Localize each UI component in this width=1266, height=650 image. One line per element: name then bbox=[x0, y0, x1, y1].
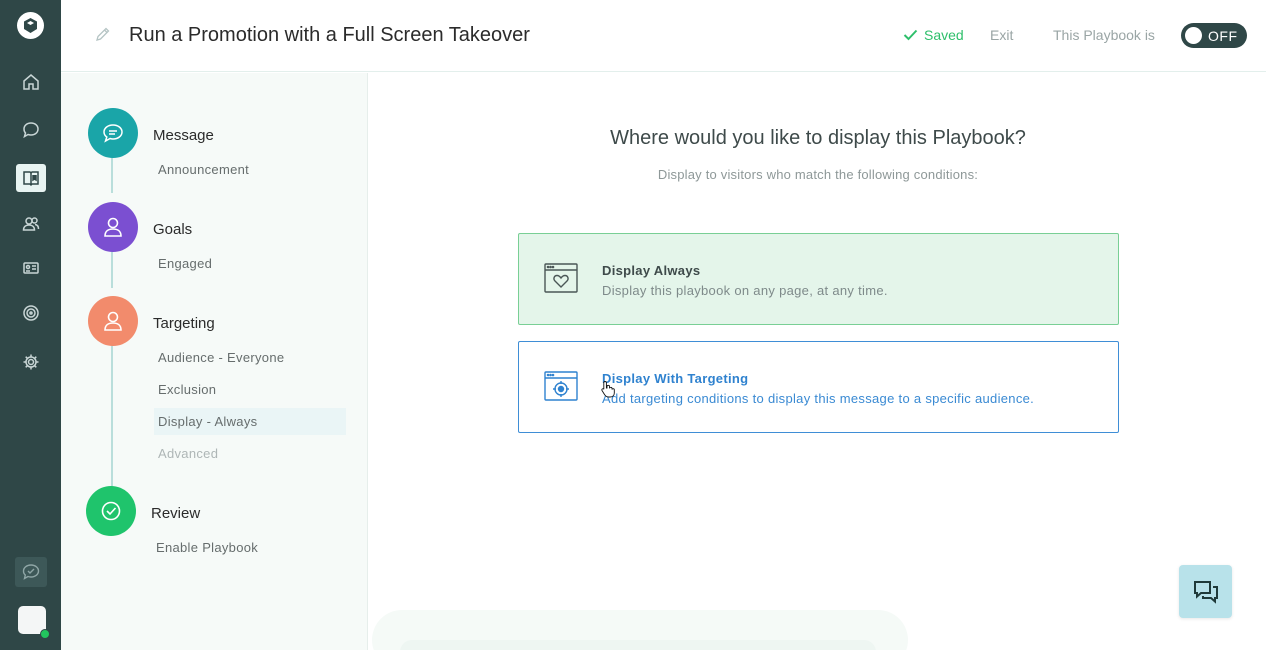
checkmark-icon bbox=[903, 29, 918, 41]
home-icon[interactable] bbox=[0, 62, 61, 102]
step-message-announcement[interactable]: Announcement bbox=[158, 162, 249, 177]
option-title: Display Always bbox=[602, 263, 701, 278]
chat-status-icon[interactable] bbox=[15, 557, 47, 587]
steps-panel: Message Announcement Goals Engaged Targe… bbox=[61, 73, 368, 650]
hand-cursor-icon bbox=[601, 380, 615, 403]
step-connector bbox=[111, 323, 113, 493]
toggle-label: OFF bbox=[1208, 28, 1238, 44]
conversations-icon[interactable] bbox=[0, 110, 61, 150]
step-review-title[interactable]: Review bbox=[151, 505, 200, 522]
chat-bubble-icon[interactable] bbox=[88, 108, 138, 158]
person-icon[interactable] bbox=[88, 202, 138, 252]
playbook-enable-toggle[interactable]: OFF bbox=[1181, 23, 1247, 48]
saved-label: Saved bbox=[924, 27, 964, 43]
id-card-icon[interactable] bbox=[0, 248, 61, 288]
display-question-heading: Where would you like to display this Pla… bbox=[610, 127, 1026, 149]
chat-widget-button[interactable] bbox=[1179, 565, 1232, 618]
display-question-subheading: Display to visitors who match the follow… bbox=[657, 167, 979, 182]
online-status-indicator bbox=[40, 629, 50, 639]
step-targeting-audience[interactable]: Audience - Everyone bbox=[158, 350, 284, 365]
contacts-icon[interactable] bbox=[0, 204, 61, 244]
app-logo-icon[interactable] bbox=[17, 12, 44, 39]
settings-gear-icon[interactable] bbox=[0, 342, 61, 382]
step-goals-title[interactable]: Goals bbox=[153, 221, 192, 238]
step-goals-engaged[interactable]: Engaged bbox=[158, 256, 212, 271]
app-sidebar bbox=[0, 0, 61, 650]
person-icon[interactable] bbox=[88, 296, 138, 346]
option-title: Display With Targeting bbox=[602, 371, 749, 386]
option-description: Add targeting conditions to display this… bbox=[602, 391, 1035, 406]
display-always-option[interactable]: Display Always Display this playbook on … bbox=[518, 233, 1119, 325]
browser-target-icon bbox=[544, 371, 578, 406]
step-message-title[interactable]: Message bbox=[153, 127, 214, 144]
step-targeting-display[interactable]: Display - Always bbox=[154, 408, 346, 435]
playbook-status-label: This Playbook is bbox=[1053, 27, 1155, 43]
step-targeting-title[interactable]: Targeting bbox=[153, 315, 215, 332]
toggle-knob bbox=[1185, 27, 1202, 44]
playbooks-icon[interactable] bbox=[0, 158, 61, 198]
step-targeting-exclusion[interactable]: Exclusion bbox=[158, 382, 216, 397]
step-review-enable[interactable]: Enable Playbook bbox=[156, 540, 258, 555]
step-targeting-advanced[interactable]: Advanced bbox=[158, 446, 218, 461]
page-header: Run a Promotion with a Full Screen Takeo… bbox=[61, 0, 1266, 72]
saved-status: Saved bbox=[903, 27, 964, 43]
exit-link[interactable]: Exit bbox=[990, 27, 1013, 43]
chat-icon bbox=[1193, 580, 1218, 604]
check-circle-icon[interactable] bbox=[86, 486, 136, 536]
playbook-title[interactable]: Run a Promotion with a Full Screen Takeo… bbox=[129, 24, 530, 47]
option-description: Display this playbook on any page, at an… bbox=[602, 283, 888, 298]
background-decoration bbox=[400, 640, 876, 650]
browser-heart-icon bbox=[544, 263, 578, 298]
target-icon[interactable] bbox=[0, 293, 61, 333]
edit-pencil-icon[interactable] bbox=[95, 26, 111, 47]
